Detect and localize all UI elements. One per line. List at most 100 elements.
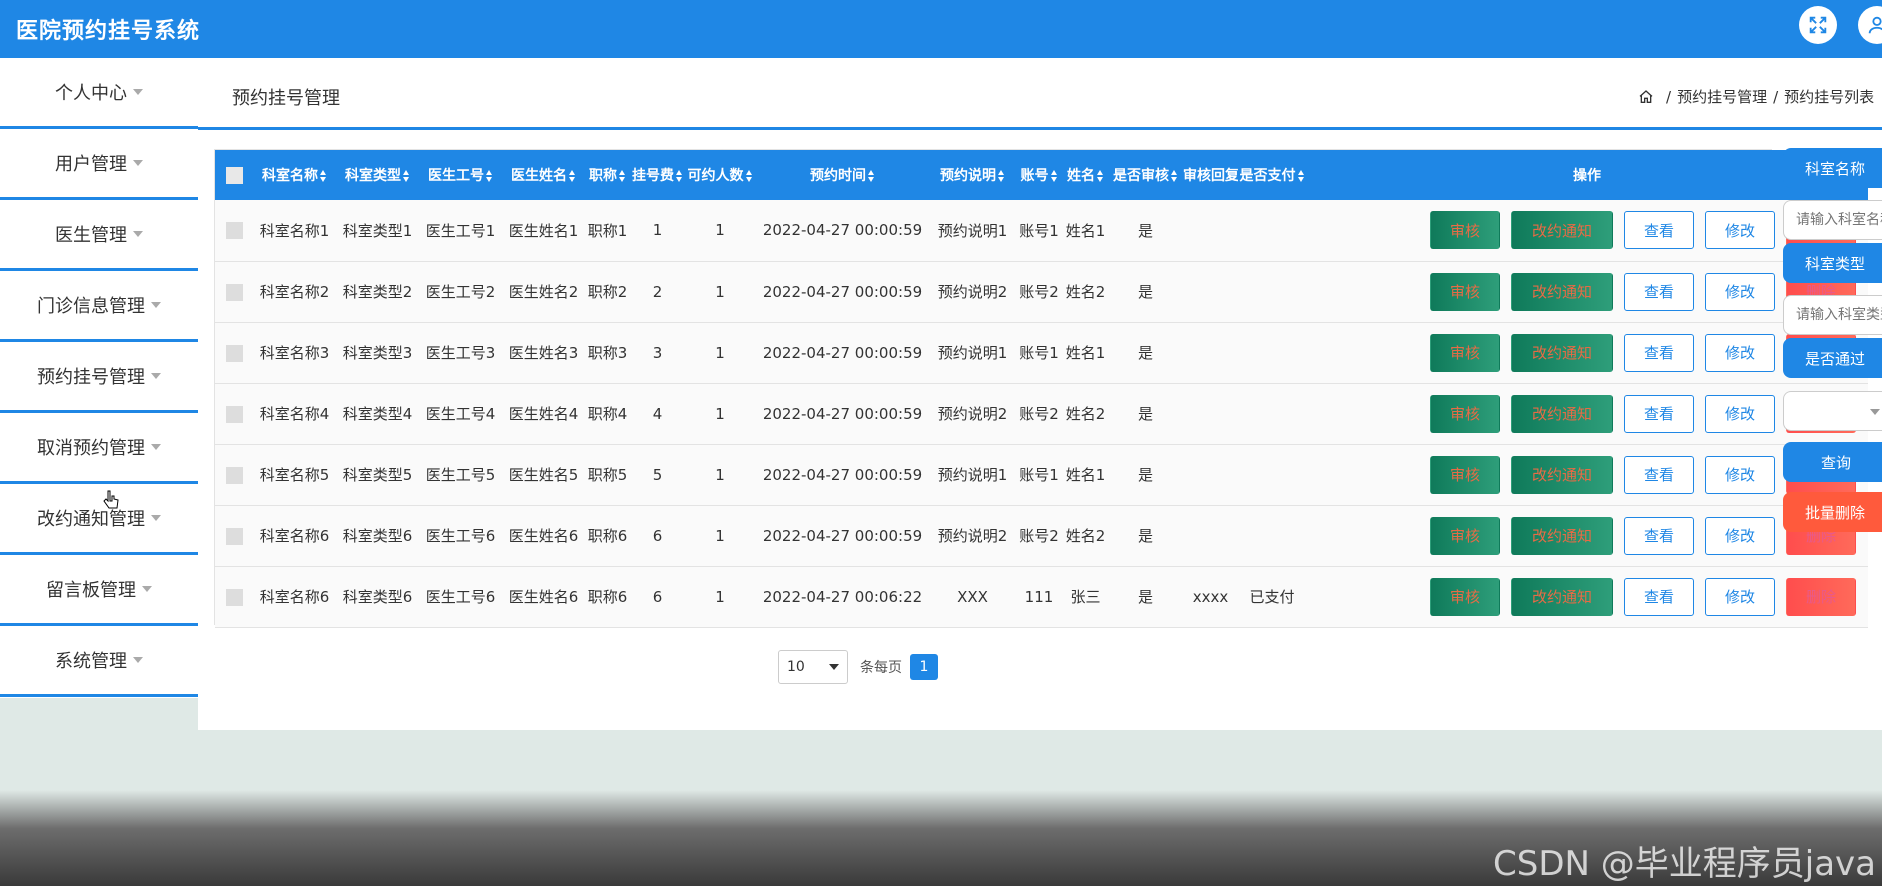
cell-name: 姓名2: [1063, 505, 1108, 567]
sidebar-item-appointments[interactable]: 预约挂号管理: [0, 342, 198, 413]
sidebar: 个人中心 用户管理 医生管理 门诊信息管理 预约挂号管理 取消预约管理 改约通知…: [0, 58, 198, 698]
reschedule-notice-button[interactable]: 改约通知: [1511, 577, 1613, 616]
query-button[interactable]: 查询: [1783, 442, 1882, 482]
column-header[interactable]: 审核回复: [1183, 150, 1238, 200]
column-header[interactable]: 职称: [585, 150, 630, 200]
appointment-table: 科室名称 科室类型 医生工号 医生姓名 职称 挂号费 可约人数 预约时间 预约说…: [214, 149, 1868, 628]
dept-type-input[interactable]: [1783, 295, 1882, 335]
user-avatar-button[interactable]: [1858, 6, 1882, 44]
edit-button[interactable]: 修改: [1705, 516, 1775, 555]
audit-button[interactable]: 审核: [1430, 272, 1500, 311]
column-header[interactable]: 可约人数: [685, 150, 755, 200]
table-row: 科室名称3 科室类型3 医生工号3 医生姓名3 职称3 3 1 2022-04-27 00:0…: [215, 322, 1868, 384]
cell-paid: 已支付: [1238, 566, 1306, 628]
audit-button[interactable]: 审核: [1430, 333, 1500, 372]
edit-button[interactable]: 修改: [1705, 455, 1775, 494]
cell-type: 科室类型4: [336, 383, 419, 445]
column-header[interactable]: 姓名: [1063, 150, 1108, 200]
app-title: 医院预约挂号系统: [16, 19, 201, 44]
row-checkbox[interactable]: [225, 588, 243, 606]
cell-type: 科室类型2: [336, 261, 419, 323]
column-header[interactable]: 医生工号: [419, 150, 502, 200]
reschedule-notice-button[interactable]: 改约通知: [1511, 394, 1613, 433]
column-header[interactable]: 挂号费: [630, 150, 685, 200]
column-header[interactable]: 科室类型: [336, 150, 419, 200]
sidebar-item-users[interactable]: 用户管理: [0, 129, 198, 200]
chevron-down-icon: [133, 657, 143, 663]
cell-docno: 医生工号5: [419, 444, 502, 506]
cell-time: 2022-04-27 00:00:59: [755, 505, 930, 567]
column-header[interactable]: 医生姓名: [502, 150, 585, 200]
reschedule-notice-button[interactable]: 改约通知: [1511, 272, 1613, 311]
table-header-row: 科室名称 科室类型 医生工号 医生姓名 职称 挂号费 可约人数 预约时间 预约说…: [215, 150, 1868, 200]
page-number-current[interactable]: 1: [910, 654, 938, 680]
cell-docname: 医生姓名5: [502, 444, 585, 506]
row-checkbox[interactable]: [225, 283, 243, 301]
column-header[interactable]: 是否审核: [1108, 150, 1183, 200]
page-size-select[interactable]: 10: [778, 650, 848, 684]
sort-icon: [745, 170, 753, 182]
reschedule-notice-button[interactable]: 改约通知: [1511, 455, 1613, 494]
cell-dept: 科室名称6: [253, 566, 336, 628]
chevron-down-icon: [133, 231, 143, 237]
home-icon[interactable]: [1638, 89, 1654, 105]
edit-button[interactable]: 修改: [1705, 577, 1775, 616]
view-button[interactable]: 查看: [1624, 272, 1694, 311]
cell-paid: [1238, 322, 1306, 384]
audit-button[interactable]: 审核: [1430, 394, 1500, 433]
row-checkbox[interactable]: [225, 405, 243, 423]
sidebar-item-reschedule-notices[interactable]: 改约通知管理: [0, 484, 198, 555]
dept-name-input[interactable]: [1783, 200, 1882, 240]
sidebar-item-message-board[interactable]: 留言板管理: [0, 555, 198, 626]
fullscreen-button[interactable]: [1799, 6, 1837, 44]
edit-button[interactable]: 修改: [1705, 333, 1775, 372]
cell-note: XXX: [930, 566, 1015, 628]
breadcrumb: / 预约挂号管理 / 预约挂号列表: [1638, 86, 1874, 107]
row-checkbox[interactable]: [225, 222, 243, 240]
breadcrumb-item[interactable]: 预约挂号管理: [1677, 86, 1767, 107]
edit-button[interactable]: 修改: [1705, 272, 1775, 311]
dept-type-label: 科室类型: [1783, 243, 1882, 283]
batch-delete-button[interactable]: 批量删除: [1783, 492, 1882, 532]
hand-cursor-icon: [103, 490, 119, 509]
sidebar-item-doctors[interactable]: 医生管理: [0, 200, 198, 271]
cell-dept: 科室名称1: [253, 200, 336, 262]
audit-button[interactable]: 审核: [1430, 455, 1500, 494]
column-header[interactable]: 账号: [1015, 150, 1063, 200]
audit-button[interactable]: 审核: [1430, 211, 1500, 250]
view-button[interactable]: 查看: [1624, 577, 1694, 616]
view-button[interactable]: 查看: [1624, 211, 1694, 250]
sidebar-item-cancellations[interactable]: 取消预约管理: [0, 413, 198, 484]
delete-button[interactable]: 删除: [1786, 577, 1856, 616]
view-button[interactable]: 查看: [1624, 394, 1694, 433]
column-header[interactable]: 科室名称: [253, 150, 336, 200]
sidebar-item-clinic-info[interactable]: 门诊信息管理: [0, 271, 198, 342]
sidebar-item-personal-center[interactable]: 个人中心: [0, 58, 198, 129]
breadcrumb-item-current: 预约挂号列表: [1784, 88, 1875, 106]
cell-time: 2022-04-27 00:00:59: [755, 383, 930, 445]
view-button[interactable]: 查看: [1624, 455, 1694, 494]
row-checkbox[interactable]: [225, 527, 243, 545]
edit-button[interactable]: 修改: [1705, 394, 1775, 433]
view-button[interactable]: 查看: [1624, 333, 1694, 372]
column-header[interactable]: 预约说明: [930, 150, 1015, 200]
row-checkbox[interactable]: [225, 344, 243, 362]
edit-button[interactable]: 修改: [1705, 211, 1775, 250]
cell-fee: 1: [630, 200, 685, 262]
column-header[interactable]: 预约时间: [755, 150, 930, 200]
pass-status-select[interactable]: [1783, 391, 1882, 431]
reschedule-notice-button[interactable]: 改约通知: [1511, 211, 1613, 250]
reschedule-notice-button[interactable]: 改约通知: [1511, 516, 1613, 555]
audit-button[interactable]: 审核: [1430, 577, 1500, 616]
row-checkbox[interactable]: [225, 466, 243, 484]
reschedule-notice-button[interactable]: 改约通知: [1511, 333, 1613, 372]
view-button[interactable]: 查看: [1624, 516, 1694, 555]
column-header[interactable]: 是否支付: [1238, 150, 1306, 200]
cell-dept: 科室名称2: [253, 261, 336, 323]
sidebar-item-system[interactable]: 系统管理: [0, 626, 198, 697]
cell-time: 2022-04-27 00:00:59: [755, 261, 930, 323]
select-all-checkbox[interactable]: [225, 166, 243, 184]
cell-paid: [1238, 444, 1306, 506]
audit-button[interactable]: 审核: [1430, 516, 1500, 555]
watermark: CSDN @毕业程序员java: [1493, 844, 1876, 884]
